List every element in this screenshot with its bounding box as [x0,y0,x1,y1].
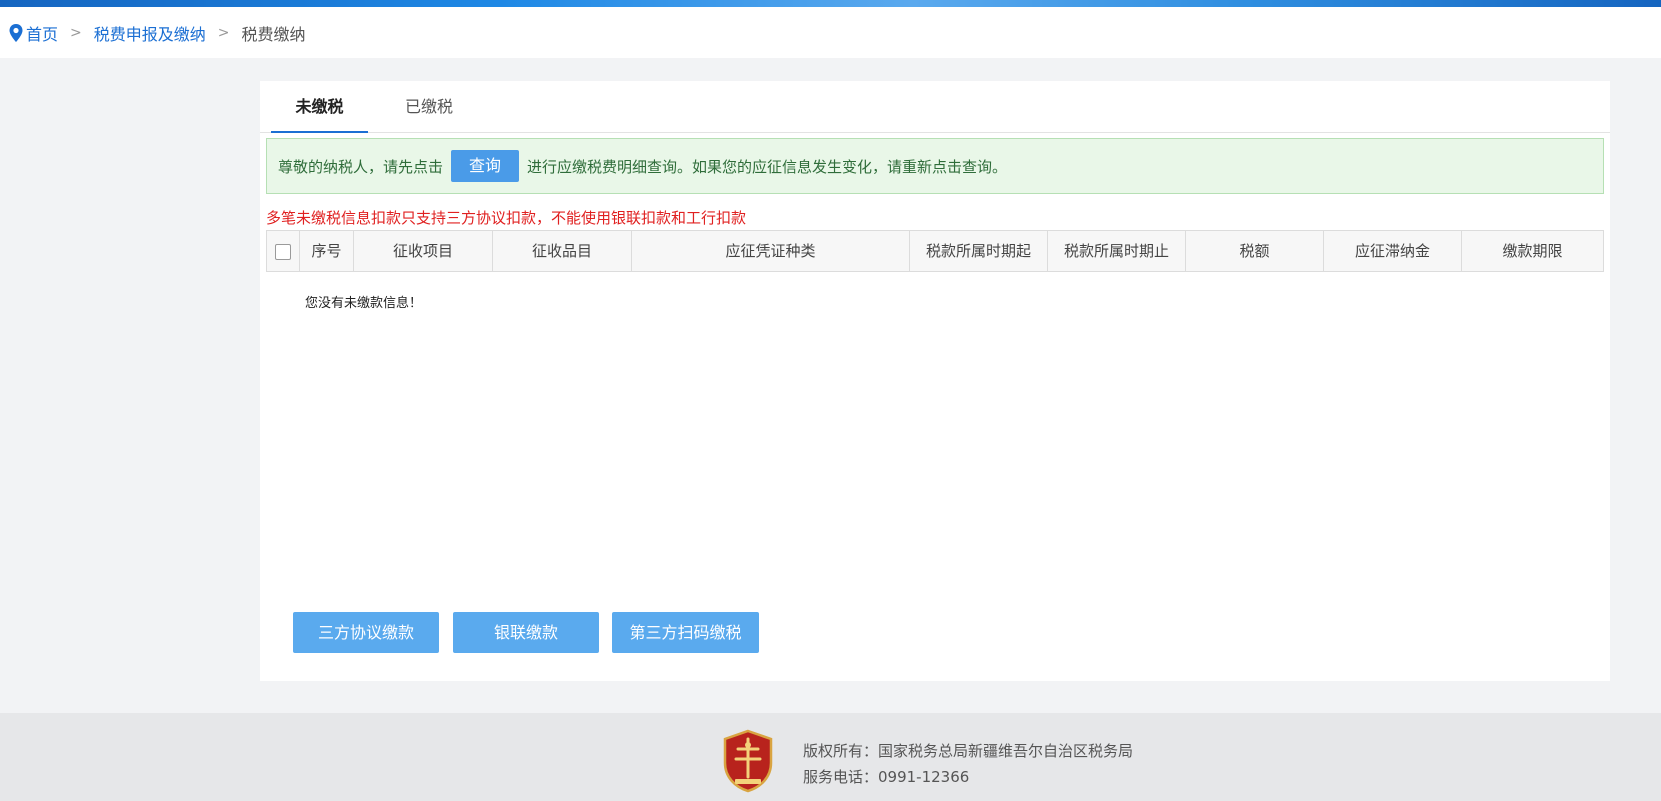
column-header: 缴款期限 [1502,242,1563,260]
tab-unpaid[interactable]: 未缴税 [271,81,368,133]
column-header: 税款所属时期起 [910,231,1048,271]
warning-message: 多笔未缴税信息扣款只支持三方协议扣款，不能使用银联扣款和工行扣款 [266,209,747,227]
tax-emblem-icon [723,729,773,793]
table-header: 序号 征收项目 征收品目 应征凭证种类 税款所属时期起 税款所属时期止 税额 应… [266,230,1604,272]
column-header: 序号 [300,231,354,271]
column-header: 应征滞纳金 [1324,231,1462,271]
breadcrumb-separator: > [70,24,82,41]
column-header: 税额 [1186,231,1324,271]
notice-suffix: 进行应缴税费明细查询。如果您的应征信息发生变化，请重新点击查询。 [527,157,1008,176]
qr-scan-payment-button[interactable]: 第三方扫码缴税 [612,612,759,653]
location-pin-icon [9,23,23,42]
footer-copyright: 版权所有：国家税务总局新疆维吾尔自治区税务局 [803,742,1134,760]
empty-table-message: 您没有未缴款信息！ [305,296,423,311]
breadcrumb-parent-link[interactable]: 税费申报及缴纳 [94,21,206,45]
breadcrumb-home-link[interactable]: 首页 [26,21,58,45]
top-banner-strip [0,0,1661,7]
tripartite-payment-button[interactable]: 三方协议缴款 [293,612,439,653]
footer: 版权所有：国家税务总局新疆维吾尔自治区税务局 服务电话：0991-12366 [0,713,1661,801]
breadcrumb-current: 税费缴纳 [241,24,306,44]
breadcrumb-separator: > [217,24,230,41]
unionpay-payment-button[interactable]: 银联缴款 [453,612,599,653]
notice-prefix: 尊敬的纳税人，请先点击 [278,157,444,176]
footer-phone: 服务电话：0991-12366 [803,768,970,786]
breadcrumb: 首页 > 税费申报及缴纳 > 税费缴纳 [0,7,1661,58]
select-all-checkbox[interactable] [275,243,291,260]
column-header: 应征凭证种类 [632,231,910,271]
payment-panel: 未缴税 已缴税 尊敬的纳税人，请先点击 查询 进行应缴税费明细查询。如果您的应征… [260,81,1610,681]
column-header: 征收品目 [493,231,632,271]
column-header: 税款所属时期止 [1048,231,1186,271]
tab-bar: 未缴税 已缴税 [260,81,1610,133]
select-all-cell [267,231,300,271]
info-notice: 尊敬的纳税人，请先点击 查询 进行应缴税费明细查询。如果您的应征信息发生变化，请… [266,138,1604,194]
tab-paid[interactable]: 已缴税 [384,81,474,133]
query-button[interactable]: 查询 [451,150,520,182]
column-header: 征收项目 [354,231,493,271]
